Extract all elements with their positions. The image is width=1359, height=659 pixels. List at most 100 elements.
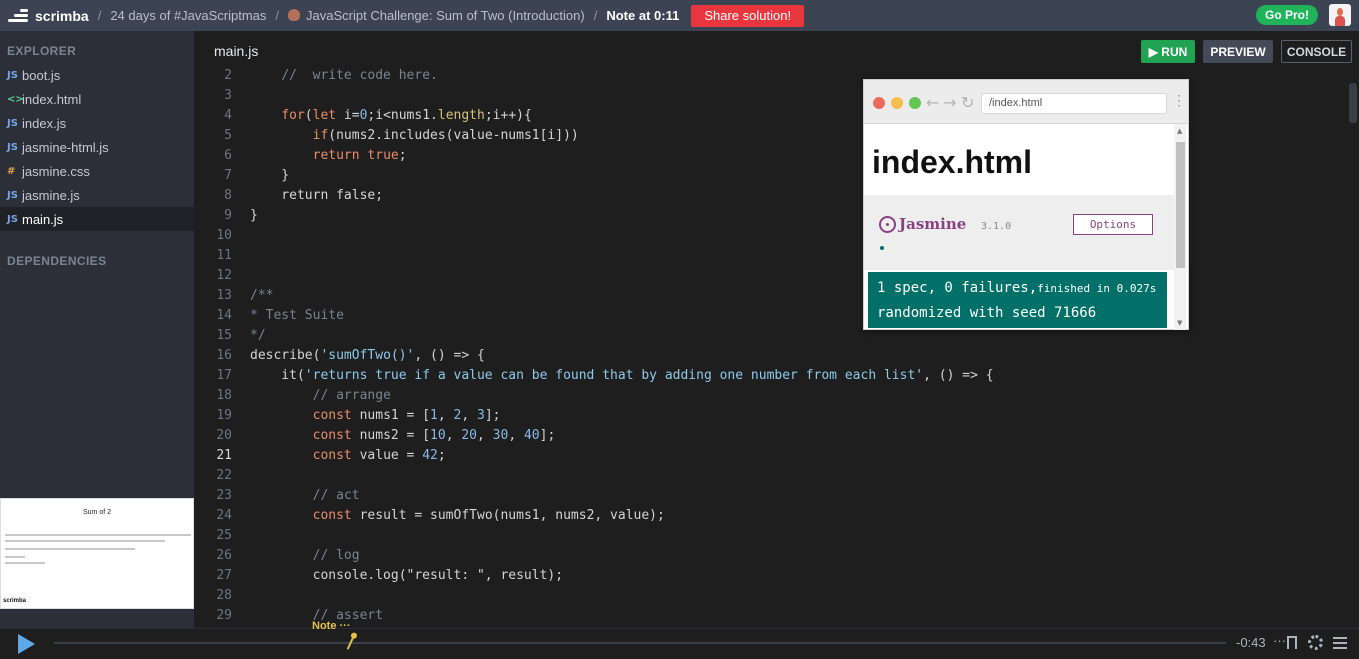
line-number: 27 (216, 568, 232, 583)
console-button[interactable]: CONSOLE (1281, 40, 1352, 63)
line-number: 23 (216, 488, 232, 503)
editor-scrollbar[interactable] (1349, 83, 1357, 123)
note-marker-icon[interactable] (346, 631, 358, 650)
breadcrumb-separator: / (593, 8, 598, 23)
scrimba-logo-icon (8, 8, 28, 23)
maximize-dot-icon[interactable] (909, 97, 921, 109)
time-more-icon[interactable]: ··· (1273, 633, 1286, 648)
avatar[interactable] (1329, 4, 1351, 26)
file-item[interactable]: JS jasmine-html.js (0, 135, 194, 159)
line-content: } (250, 208, 258, 223)
browser-chrome: ← → ↻ /index.html · · · (864, 80, 1188, 124)
file-item[interactable]: JS boot.js (0, 63, 194, 87)
code-line[interactable]: 28 (194, 586, 1344, 606)
cat-icon (288, 9, 301, 21)
line-content: // write code here. (281, 68, 438, 83)
line-number: 16 (216, 348, 232, 363)
top-bar: scrimba / 24 days of #JavaScriptmas / Ja… (0, 0, 1359, 31)
code-line[interactable]: 19 const nums1 = [1, 2, 3]; (194, 406, 1344, 426)
code-line[interactable]: 25 (194, 526, 1344, 546)
code-line[interactable]: 24 const result = sumOfTwo(nums1, nums2,… (194, 506, 1344, 526)
timeline-scrubber[interactable] (54, 631, 1226, 650)
preview-window[interactable]: ← → ↻ /index.html · · · index.html Jasmine… (863, 79, 1189, 330)
video-thumbnail[interactable]: Sum of 2 scrimba (0, 498, 194, 609)
file-list: JS boot.js <> index.html JS index.js JS jasmine… (0, 63, 194, 231)
file-item[interactable]: # jasmine.css (0, 159, 194, 183)
settings-gear-icon[interactable] (1308, 635, 1323, 650)
line-content: * Test Suite (250, 308, 344, 323)
file-item[interactable]: <> index.html (0, 87, 194, 111)
options-button[interactable]: Options (1073, 214, 1153, 235)
jasmine-logo: Jasmine (879, 215, 966, 233)
preview-button[interactable]: PREVIEW (1203, 40, 1273, 63)
code-line[interactable]: 16 describe('sumOfTwo()', () => { (194, 346, 1344, 366)
kebab-menu-icon[interactable]: · · · (1177, 90, 1181, 112)
file-name: jasmine.css (22, 163, 90, 179)
line-number: 14 (216, 308, 232, 323)
js-file-icon: JS (7, 213, 18, 225)
line-number: 13 (216, 288, 232, 303)
file-name: main.js (22, 211, 64, 227)
line-content: if(nums2.includes(value-nums1[i])) (312, 128, 579, 143)
back-icon[interactable]: ← (926, 93, 939, 112)
line-content: for(let i=0;i<nums1.length;i++){ (281, 108, 532, 123)
share-solution-button[interactable]: Share solution! (691, 4, 805, 27)
editor-tab-title[interactable]: main.js (214, 43, 258, 59)
line-content: return false; (250, 188, 384, 203)
line-content: // arrange (312, 388, 391, 403)
breadcrumb-separator: / (275, 8, 280, 23)
menu-icon[interactable] (1333, 637, 1347, 649)
result-duration: finished in 0.027s (1037, 282, 1157, 295)
jasmine-version: 3.1.0 (981, 221, 1012, 232)
file-item[interactable]: JS jasmine.js (0, 183, 194, 207)
file-item[interactable]: JS main.js (0, 207, 194, 231)
breadcrumb-separator: / (97, 8, 102, 23)
result-seed: randomized with seed 71666 (877, 305, 1097, 321)
code-line[interactable]: 18 // arrange (194, 386, 1344, 406)
run-button[interactable]: ▶ RUN (1141, 40, 1195, 63)
line-content: const result = sumOfTwo(nums1, nums2, va… (312, 508, 665, 523)
bookmark-icon[interactable] (1287, 636, 1297, 649)
spec-status-dot (880, 246, 884, 250)
code-line[interactable]: 27 console.log("result: ", result); (194, 566, 1344, 586)
note-label[interactable]: Note ··· (312, 620, 351, 632)
line-number: 18 (216, 388, 232, 403)
thumbnail-title: Sum of 2 (82, 509, 111, 516)
code-line[interactable]: 17 it('returns true if a value can be fo… (194, 366, 1344, 386)
breadcrumb-course[interactable]: 24 days of #JavaScriptmas (110, 8, 266, 23)
code-line[interactable]: 21 const value = 42; (194, 446, 1344, 466)
line-number: 9 (224, 208, 232, 223)
file-name: index.js (22, 115, 67, 131)
preview-scrollbar[interactable]: ▲ ▼ (1174, 124, 1186, 330)
playback-bar: -0:43 ··· (0, 628, 1359, 659)
file-name: index.html (22, 91, 82, 107)
line-number: 19 (216, 408, 232, 423)
minimize-dot-icon[interactable] (891, 97, 903, 109)
code-line[interactable]: 26 // log (194, 546, 1344, 566)
file-item[interactable]: JS index.js (0, 111, 194, 135)
line-number: 6 (224, 148, 232, 163)
code-line[interactable]: 29 // assert (194, 606, 1344, 626)
code-line[interactable]: 20 const nums2 = [10, 20, 30, 40]; (194, 426, 1344, 446)
close-dot-icon[interactable] (873, 97, 885, 109)
breadcrumb-challenge[interactable]: JavaScript Challenge: Sum of Two (Introd… (288, 8, 585, 23)
line-content: const nums2 = [10, 20, 30, 40]; (312, 428, 556, 443)
line-number: 2 (224, 68, 232, 83)
jasmine-banner: Jasmine 3.1.0 Options (864, 195, 1174, 270)
code-line[interactable]: 23 // act (194, 486, 1344, 506)
go-pro-button[interactable]: Go Pro! (1256, 5, 1318, 25)
line-number: 20 (216, 428, 232, 443)
url-bar[interactable]: /index.html (981, 93, 1167, 114)
file-name: boot.js (22, 67, 61, 83)
line-content: it('returns true if a value can be found… (250, 368, 994, 383)
scrimba-logo[interactable]: scrimba (8, 8, 89, 24)
forward-icon[interactable]: → (943, 93, 956, 112)
code-line[interactable]: 22 (194, 466, 1344, 486)
reload-icon[interactable]: ↻ (961, 93, 974, 112)
js-file-icon: JS (7, 141, 18, 153)
line-number: 7 (224, 168, 232, 183)
preview-body: index.html Jasmine 3.1.0 Options 1 spec,… (864, 124, 1174, 330)
play-icon[interactable] (18, 634, 35, 654)
dependencies-heading[interactable]: DEPENDENCIES (0, 254, 107, 268)
line-number: 8 (224, 188, 232, 203)
